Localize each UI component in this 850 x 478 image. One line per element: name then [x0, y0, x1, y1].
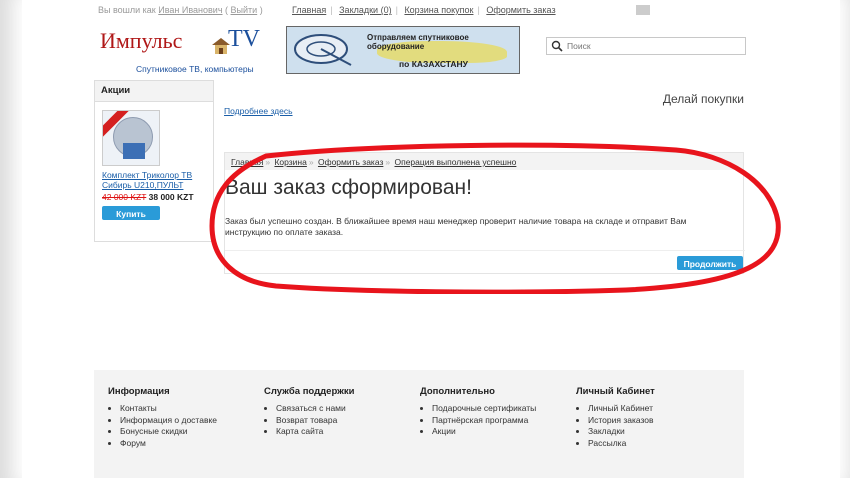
footer-heading: Личный Кабинет	[576, 386, 655, 397]
logo-name: Импульс	[100, 28, 183, 53]
watermark	[636, 4, 656, 15]
breadcrumb-home[interactable]: Главная	[231, 157, 263, 167]
site-logo[interactable]: Импульс TV Спутниковое ТВ, компьютеры	[100, 26, 280, 74]
footer-heading: Служба поддержки	[264, 386, 355, 397]
watermark-icon	[636, 4, 650, 15]
buy-button[interactable]: Купить	[102, 206, 160, 220]
receiver-box	[123, 143, 145, 159]
top-link-checkout[interactable]: Оформить заказ	[486, 5, 555, 15]
welcome-text: Вы вошли как Иван Иванович ( Выйти )	[98, 5, 263, 15]
product-prices: 42 000 KZT 38 000 KZT	[102, 192, 194, 202]
footer-column-account: Личный Кабинет Личный Кабинет История за…	[576, 386, 726, 449]
breadcrumb: Главная» Корзина» Оформить заказ» Операц…	[224, 152, 744, 170]
footer-link[interactable]: Информация о доставке	[120, 415, 258, 427]
footer-heading: Дополнительно	[420, 386, 495, 397]
shopping-heading: Делай покупки	[662, 92, 744, 106]
order-panel: Ваш заказ сформирован! Заказ был успешно…	[224, 170, 745, 274]
top-links: Главная | Закладки (0) | Корзина покупок | …	[292, 5, 556, 15]
search-box	[546, 37, 746, 55]
footer-link[interactable]: Контакты	[120, 403, 258, 415]
footer-link[interactable]: Связаться с нами	[276, 403, 414, 415]
footer-link[interactable]: Карта сайта	[276, 426, 414, 438]
more-link[interactable]: Подробнее здесь	[224, 106, 293, 116]
banner-subtitle: по КАЗАХСТАНУ	[399, 59, 468, 69]
divider	[225, 250, 745, 251]
footer-link[interactable]: Возврат товара	[276, 415, 414, 427]
promo-box: Акции Комплект Триколор ТВ Сибирь U210,П…	[94, 80, 214, 242]
satellite-dish-icon	[294, 34, 352, 66]
footer-link[interactable]: Партнёрская программа	[432, 415, 570, 427]
footer: Информация Контакты Информация о доставк…	[94, 370, 744, 478]
product-name-link[interactable]: Комплект Триколор ТВ Сибирь U210,ПУЛЬТ	[102, 170, 208, 190]
search-input[interactable]	[567, 39, 739, 52]
logo-subtitle: Спутниковое ТВ, компьютеры	[136, 64, 254, 74]
page-title: Ваш заказ сформирован!	[225, 176, 472, 199]
old-price: 42 000 KZT	[102, 192, 147, 202]
user-name-link[interactable]: Иван Иванович	[158, 5, 222, 15]
logo-tv: TV	[228, 26, 260, 52]
footer-link[interactable]: Рассылка	[588, 438, 726, 450]
top-bar: Вы вошли как Иван Иванович ( Выйти ) Гла…	[22, 0, 840, 18]
breadcrumb-checkout[interactable]: Оформить заказ	[318, 157, 383, 167]
banner-title: Отправляем спутниковое оборудование	[367, 33, 469, 51]
promo-title: Акции	[95, 81, 213, 102]
order-message: Заказ был успешно создан. В ближайшее вр…	[225, 216, 687, 237]
footer-link[interactable]: Акции	[432, 426, 570, 438]
promo-banner[interactable]: Отправляем спутниковое оборудование по К…	[286, 26, 520, 74]
product-image[interactable]	[102, 110, 160, 166]
footer-link[interactable]: Закладки	[588, 426, 726, 438]
footer-column-extra: Дополнительно Подарочные сертификаты Пар…	[420, 386, 570, 438]
page: Вы вошли как Иван Иванович ( Выйти ) Гла…	[22, 0, 840, 478]
footer-link[interactable]: Форум	[120, 438, 258, 450]
continue-button[interactable]: Продолжить	[677, 256, 743, 270]
logout-link[interactable]: Выйти	[231, 5, 258, 15]
footer-column-info: Информация Контакты Информация о доставк…	[108, 386, 258, 449]
search-icon[interactable]	[551, 40, 563, 52]
top-link-bookmarks[interactable]: Закладки (0)	[339, 5, 391, 15]
footer-column-support: Служба поддержки Связаться с нами Возвра…	[264, 386, 414, 438]
footer-heading: Информация	[108, 386, 170, 397]
welcome-prefix: Вы вошли как	[98, 5, 156, 15]
breadcrumb-success[interactable]: Операция выполнена успешно	[394, 157, 516, 167]
top-link-cart[interactable]: Корзина покупок	[404, 5, 473, 15]
footer-link[interactable]: Личный Кабинет	[588, 403, 726, 415]
new-price: 38 000 KZT	[148, 192, 194, 202]
top-link-home[interactable]: Главная	[292, 5, 326, 15]
breadcrumb-cart[interactable]: Корзина	[274, 157, 306, 167]
footer-link[interactable]: Бонусные скидки	[120, 426, 258, 438]
footer-link[interactable]: История заказов	[588, 415, 726, 427]
footer-link[interactable]: Подарочные сертификаты	[432, 403, 570, 415]
